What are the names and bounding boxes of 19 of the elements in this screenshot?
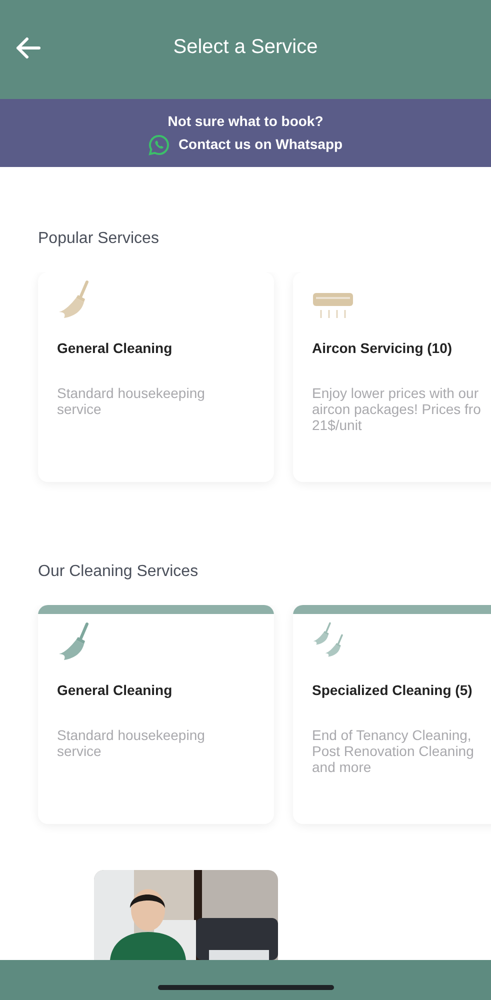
service-title: Specialized Cleaning (5) (311, 681, 474, 700)
service-title: General Cleaning (56, 339, 174, 358)
whatsapp-icon (148, 134, 170, 156)
service-description: End of Tenancy Cleaning, Post Renovation Cleaning and more (311, 727, 475, 775)
section-heading: Our Cleaning Services (38, 562, 200, 582)
service-card[interactable]: Aircon Servicing (10) Enjoy lower prices with our aircon packages! Prices fro 21$/unit (293, 272, 491, 482)
service-title: General Cleaning (56, 681, 174, 700)
back-arrow-icon (15, 37, 41, 59)
service-title: Aircon Servicing (10) (311, 339, 454, 358)
service-description: Standard housekeeping service (56, 727, 206, 759)
service-card[interactable]: General Cleaning Standard housekeeping service (38, 272, 274, 482)
screen-title: Select a Service (173, 34, 318, 60)
banner-question: Not sure what to book? (168, 112, 324, 130)
service-card[interactable]: Specialized Cleaning (5) End of Tenancy Cleaning, Post Renovation Cleaning and more (293, 605, 491, 824)
whatsapp-link[interactable]: Contact us on Whatsapp (148, 134, 343, 156)
section-heading: Popular Services (38, 229, 160, 249)
service-card[interactable]: General Cleaning Standard housekeeping service (38, 605, 274, 824)
service-description: Standard housekeeping service (56, 385, 206, 417)
service-description: Enjoy lower prices with our aircon packages! Prices fro 21$/unit (311, 385, 482, 433)
